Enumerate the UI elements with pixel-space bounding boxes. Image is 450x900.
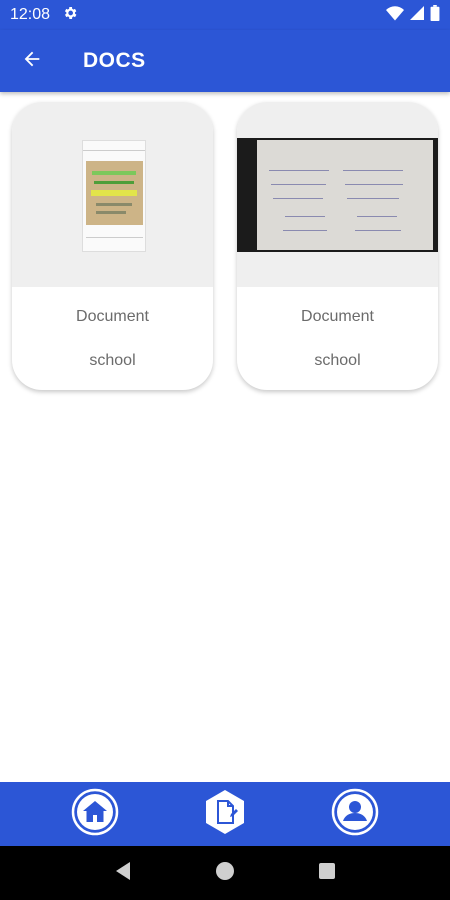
system-back-button[interactable]: [105, 855, 141, 891]
document-card[interactable]: Document school: [237, 102, 438, 390]
nav-documents-button[interactable]: [200, 789, 250, 839]
back-triangle-icon: [114, 861, 132, 886]
document-category: school: [89, 351, 136, 369]
screenshot-thumbnail-image: [82, 140, 146, 252]
document-card-body: Document school: [237, 287, 438, 390]
gear-icon: [62, 5, 78, 26]
document-name: Document: [301, 307, 374, 325]
wifi-icon: [386, 5, 404, 26]
document-grid: Document school Document school: [0, 92, 450, 390]
document-thumbnail: [237, 102, 438, 287]
back-arrow-icon: [21, 48, 43, 75]
profile-icon: [331, 788, 379, 841]
system-recents-button[interactable]: [309, 855, 345, 891]
recents-square-icon: [318, 862, 336, 885]
document-edit-icon: [201, 788, 249, 841]
battery-icon: [430, 4, 440, 26]
system-home-button[interactable]: [207, 855, 243, 891]
status-bar: 12:08: [0, 0, 450, 30]
nav-profile-button[interactable]: [330, 788, 380, 841]
bottom-nav: [0, 782, 450, 846]
nav-home-button[interactable]: [70, 788, 120, 841]
signal-icon: [410, 5, 424, 26]
page-title: DOCS: [83, 49, 146, 72]
home-icon: [71, 788, 119, 841]
system-nav-bar: [0, 846, 450, 900]
handwritten-page-image: [237, 138, 438, 252]
document-card-body: Document school: [12, 287, 213, 390]
home-circle-icon: [215, 861, 235, 886]
document-card[interactable]: Document school: [12, 102, 213, 390]
document-thumbnail: [12, 102, 213, 287]
app-bar: DOCS: [0, 30, 450, 92]
document-name: Document: [76, 307, 149, 325]
back-button[interactable]: [0, 30, 64, 92]
document-category: school: [314, 351, 361, 369]
status-time: 12:08: [10, 6, 51, 23]
